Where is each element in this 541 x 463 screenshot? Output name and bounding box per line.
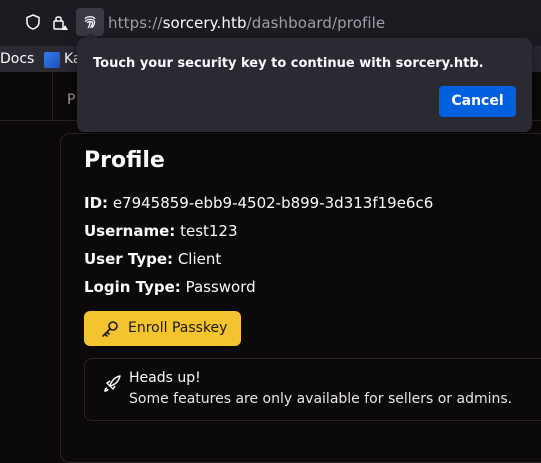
field-label: Login Type: <box>84 278 181 296</box>
lock-warning-icon[interactable] <box>51 13 69 31</box>
fingerprint-icon <box>84 16 96 29</box>
shield-icon[interactable] <box>24 13 42 31</box>
field-user-type: User Type: Client <box>84 250 221 268</box>
popup-message: Touch your security key to continue with… <box>93 56 484 71</box>
field-value: e7945859-ebb9-4502-b899-3d313f19e6c6 <box>112 194 434 212</box>
field-id: ID: e7945859-ebb9-4502-b899-3d313f19e6c6 <box>84 194 433 212</box>
url-scheme: https:// <box>108 14 163 32</box>
page-title: Profile <box>84 148 165 173</box>
cancel-label: Cancel <box>451 93 504 109</box>
key-icon <box>102 321 118 337</box>
enroll-passkey-label: Enroll Passkey <box>128 320 228 336</box>
url-text[interactable]: https://sorcery.htb/dashboard/profile <box>108 14 385 32</box>
field-label: User Type: <box>84 250 174 268</box>
field-username: Username: test123 <box>84 222 238 240</box>
nav-divider <box>52 72 53 121</box>
bookmark-docs[interactable]: Docs <box>0 51 34 67</box>
alert-title: Heads up! <box>129 370 201 386</box>
field-label: ID: <box>84 194 109 212</box>
url-path: /dashboard/profile <box>246 14 386 32</box>
field-value: Client <box>177 250 222 268</box>
field-login-type: Login Type: Password <box>84 278 256 296</box>
info-alert <box>84 358 541 421</box>
alert-description: Some features are only available for sel… <box>129 391 513 407</box>
url-host: sorcery.htb <box>162 14 247 32</box>
field-label: Username: <box>84 222 176 240</box>
rocket-icon <box>104 375 121 392</box>
nav-label[interactable]: P <box>67 92 75 108</box>
security-key-popup <box>77 38 532 132</box>
field-value: Password <box>185 278 256 296</box>
kali-dragon-icon <box>44 52 60 68</box>
field-value: test123 <box>180 222 238 240</box>
